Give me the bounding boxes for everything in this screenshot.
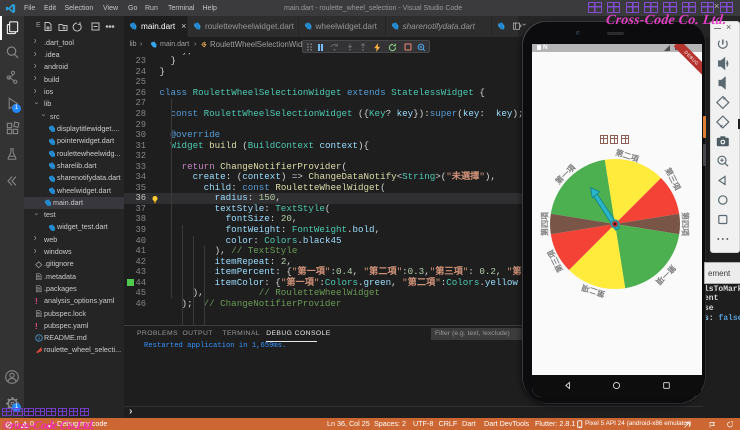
svg-text:第四項: 第四項 [540, 211, 550, 236]
svg-text:第四項: 第四項 [681, 212, 691, 237]
